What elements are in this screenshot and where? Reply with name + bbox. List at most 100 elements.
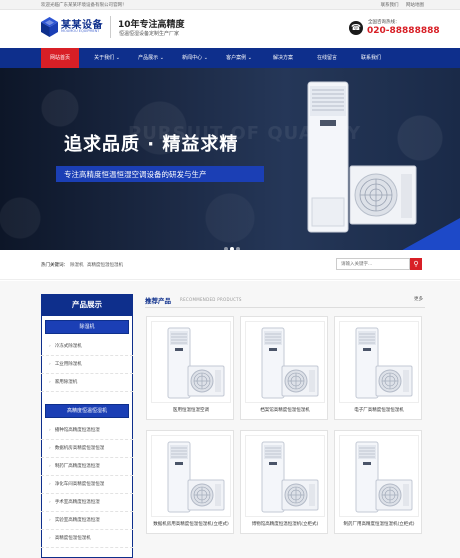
sidebar-item-label: 冷冻式除湿机 xyxy=(54,344,82,349)
sidebar-item[interactable]: › 手术室高精度恒温恒湿 xyxy=(41,494,133,512)
main-nav: 网站首页 关于我们 ⌄ 产品展示 ⌄ 新闻中心 ⌄ 客户案例 ⌄ 解决方案 在线… xyxy=(0,48,460,68)
search-button[interactable]: ⚲ xyxy=(410,258,422,270)
sidebar-category-precision-ac[interactable]: 高精度恒温恒湿机 xyxy=(45,404,129,418)
phone-icon: ☎ xyxy=(349,21,363,35)
slogan-main: 10年专注高精度 xyxy=(118,20,185,30)
chevron-down-icon: ⌄ xyxy=(159,55,164,61)
sidebar-item[interactable]: › 工业用除湿机 xyxy=(41,356,133,374)
chevron-right-icon: › xyxy=(49,428,51,433)
sidebar-category-dehumidifier[interactable]: 除湿机 xyxy=(45,320,129,334)
recommended-title: 推荐产品 xyxy=(145,297,171,305)
header-divider xyxy=(110,16,111,38)
chevron-right-icon: › xyxy=(49,500,51,505)
nav-about[interactable]: 关于我们 ⌄ xyxy=(85,48,129,68)
nav-solutions[interactable]: 解决方案 xyxy=(261,48,305,68)
product-image xyxy=(339,435,419,517)
product-caption: 医用恒温恒湿空调 xyxy=(173,408,209,413)
nav-about-label: 关于我们 xyxy=(94,55,115,61)
product-caption: 制药厂用高精度恒温恒湿机(立柜式) xyxy=(343,522,415,527)
top-link-contact[interactable]: 联系我们 xyxy=(381,3,399,8)
slogan-sub: 恒温恒湿设备定制生产厂家 xyxy=(119,31,180,37)
product-card[interactable]: 电子厂高精度恒温恒湿机 xyxy=(334,316,422,420)
logo-cube-icon[interactable] xyxy=(41,17,58,37)
chevron-right-icon: › xyxy=(49,446,51,451)
recommended-subtitle: RECOMMENDED PRODUCTS xyxy=(180,297,242,302)
air-conditioner-icon xyxy=(355,441,413,513)
air-conditioner-icon xyxy=(355,327,413,399)
sidebar-title: 产品展示 xyxy=(41,294,133,316)
hotline-label: 全国咨询热线： xyxy=(368,20,400,25)
sidebar-item-label: 播种馆高精度恒温恒湿 xyxy=(54,428,100,433)
top-links: 联系我们 网站地图 xyxy=(375,2,424,8)
search-icon: ⚲ xyxy=(413,260,419,268)
product-caption: 电子厂高精度恒温恒湿机 xyxy=(354,408,404,413)
chevron-right-icon: › xyxy=(49,344,51,349)
banner-title: 追求品质 · 精益求精 xyxy=(64,134,239,155)
nav-news-label: 新闻中心 xyxy=(182,55,203,61)
product-card[interactable]: 医用恒温恒湿空调 xyxy=(146,316,234,420)
sidebar-item[interactable]: › 冷冻式除湿机 xyxy=(41,338,133,356)
sidebar-item[interactable]: › 数据机房高精度恒温恒湿 xyxy=(41,440,133,458)
nav-cases-label: 客户案例 xyxy=(226,55,247,61)
air-conditioner-icon xyxy=(167,441,225,513)
sidebar-item-label: 家用除湿机 xyxy=(54,380,78,385)
logo-subtext: MOUMOU EQUIPMENT xyxy=(61,29,100,33)
chevron-down-icon: ⌄ xyxy=(247,55,252,61)
sidebar-item[interactable]: › 家用除湿机 xyxy=(41,374,133,392)
hotline-number: 020-88888888 xyxy=(367,26,440,36)
welcome-text: 欢迎光临广东某某环境设备有限公司官网！ xyxy=(41,3,127,8)
sidebar-item[interactable]: › 净化车间高精度恒温恒湿 xyxy=(41,476,133,494)
chevron-right-icon: › xyxy=(49,464,51,469)
hot-keyword-2[interactable]: 高精度恒温恒湿机 xyxy=(87,262,123,268)
banner-pagination xyxy=(224,236,242,250)
chevron-right-icon: › xyxy=(49,362,51,367)
chevron-right-icon: › xyxy=(49,536,51,541)
hot-keyword-1[interactable]: 除湿机 xyxy=(70,262,84,268)
nav-home[interactable]: 网站首页 xyxy=(41,48,79,68)
product-image xyxy=(151,435,231,517)
product-caption: 数据机房用高精度恒温恒湿机(立柜式) xyxy=(153,522,229,527)
product-image xyxy=(339,321,419,403)
chevron-down-icon: ⌄ xyxy=(115,55,120,61)
sidebar-item[interactable]: › 实验室高精度恒温恒湿 xyxy=(41,512,133,530)
nav-products-label: 产品展示 xyxy=(138,55,159,61)
product-card[interactable]: 制药厂用高精度恒温恒湿机(立柜式) xyxy=(334,430,422,534)
sidebar-item[interactable]: › 制药厂高精度恒温恒湿 xyxy=(41,458,133,476)
sidebar-item-label: 工业用除湿机 xyxy=(54,362,82,367)
banner-subtitle: 专注高精度恒温恒湿空调设备的研发与生产 xyxy=(64,170,207,179)
nav-news[interactable]: 新闻中心 ⌄ xyxy=(173,48,217,68)
sidebar-item-label: 手术室高精度恒温恒湿 xyxy=(54,500,100,505)
air-conditioner-icon xyxy=(261,327,319,399)
product-caption: 档案馆高精度恒温恒湿机 xyxy=(260,408,310,413)
chevron-right-icon: › xyxy=(49,482,51,487)
chevron-down-icon: ⌄ xyxy=(203,55,208,61)
product-image xyxy=(245,321,325,403)
product-card[interactable]: 博物馆高精度恒温恒湿机(立柜式) xyxy=(240,430,328,534)
product-card[interactable]: 档案馆高精度恒温恒湿机 xyxy=(240,316,328,420)
product-caption: 博物馆高精度恒温恒湿机(立柜式) xyxy=(251,522,319,527)
air-conditioner-image xyxy=(307,81,417,233)
more-link[interactable]: 更多 xyxy=(414,296,423,302)
sidebar-item-label: 制药厂高精度恒温恒湿 xyxy=(54,464,100,469)
sidebar-item-label: 高精度恒温恒湿机 xyxy=(54,536,91,541)
sidebar-item-label: 实验室高精度恒温恒湿 xyxy=(54,518,100,523)
chevron-right-icon: › xyxy=(49,518,51,523)
sidebar-item-label: 净化车间高精度恒温恒湿 xyxy=(54,482,105,487)
nav-message[interactable]: 在线留言 xyxy=(305,48,349,68)
sidebar-item[interactable]: › 播种馆高精度恒温恒湿 xyxy=(41,422,133,440)
hero-banner[interactable]: PURSUIT OF QUALITY 追求品质 · 精益求精 专注高精度恒温恒湿… xyxy=(0,68,460,250)
sidebar-item[interactable]: › 高精度恒温恒湿机 xyxy=(41,530,133,548)
nav-products[interactable]: 产品展示 ⌄ xyxy=(129,48,173,68)
hot-keywords-label: 热门关键词： xyxy=(41,263,68,268)
top-bar: 欢迎光临广东某某环境设备有限公司官网！ 联系我们 网站地图 xyxy=(0,0,460,10)
product-image xyxy=(245,435,325,517)
air-conditioner-icon xyxy=(167,327,225,399)
sidebar-item-label: 数据机房高精度恒温恒湿 xyxy=(54,446,105,451)
top-link-sitemap[interactable]: 网站地图 xyxy=(406,3,424,8)
nav-contact[interactable]: 联系我们 xyxy=(349,48,393,68)
chevron-right-icon: › xyxy=(49,380,51,385)
search-input[interactable] xyxy=(336,258,410,270)
air-conditioner-icon xyxy=(261,441,319,513)
product-card[interactable]: 数据机房用高精度恒温恒湿机(立柜式) xyxy=(146,430,234,534)
nav-cases[interactable]: 客户案例 ⌄ xyxy=(217,48,261,68)
